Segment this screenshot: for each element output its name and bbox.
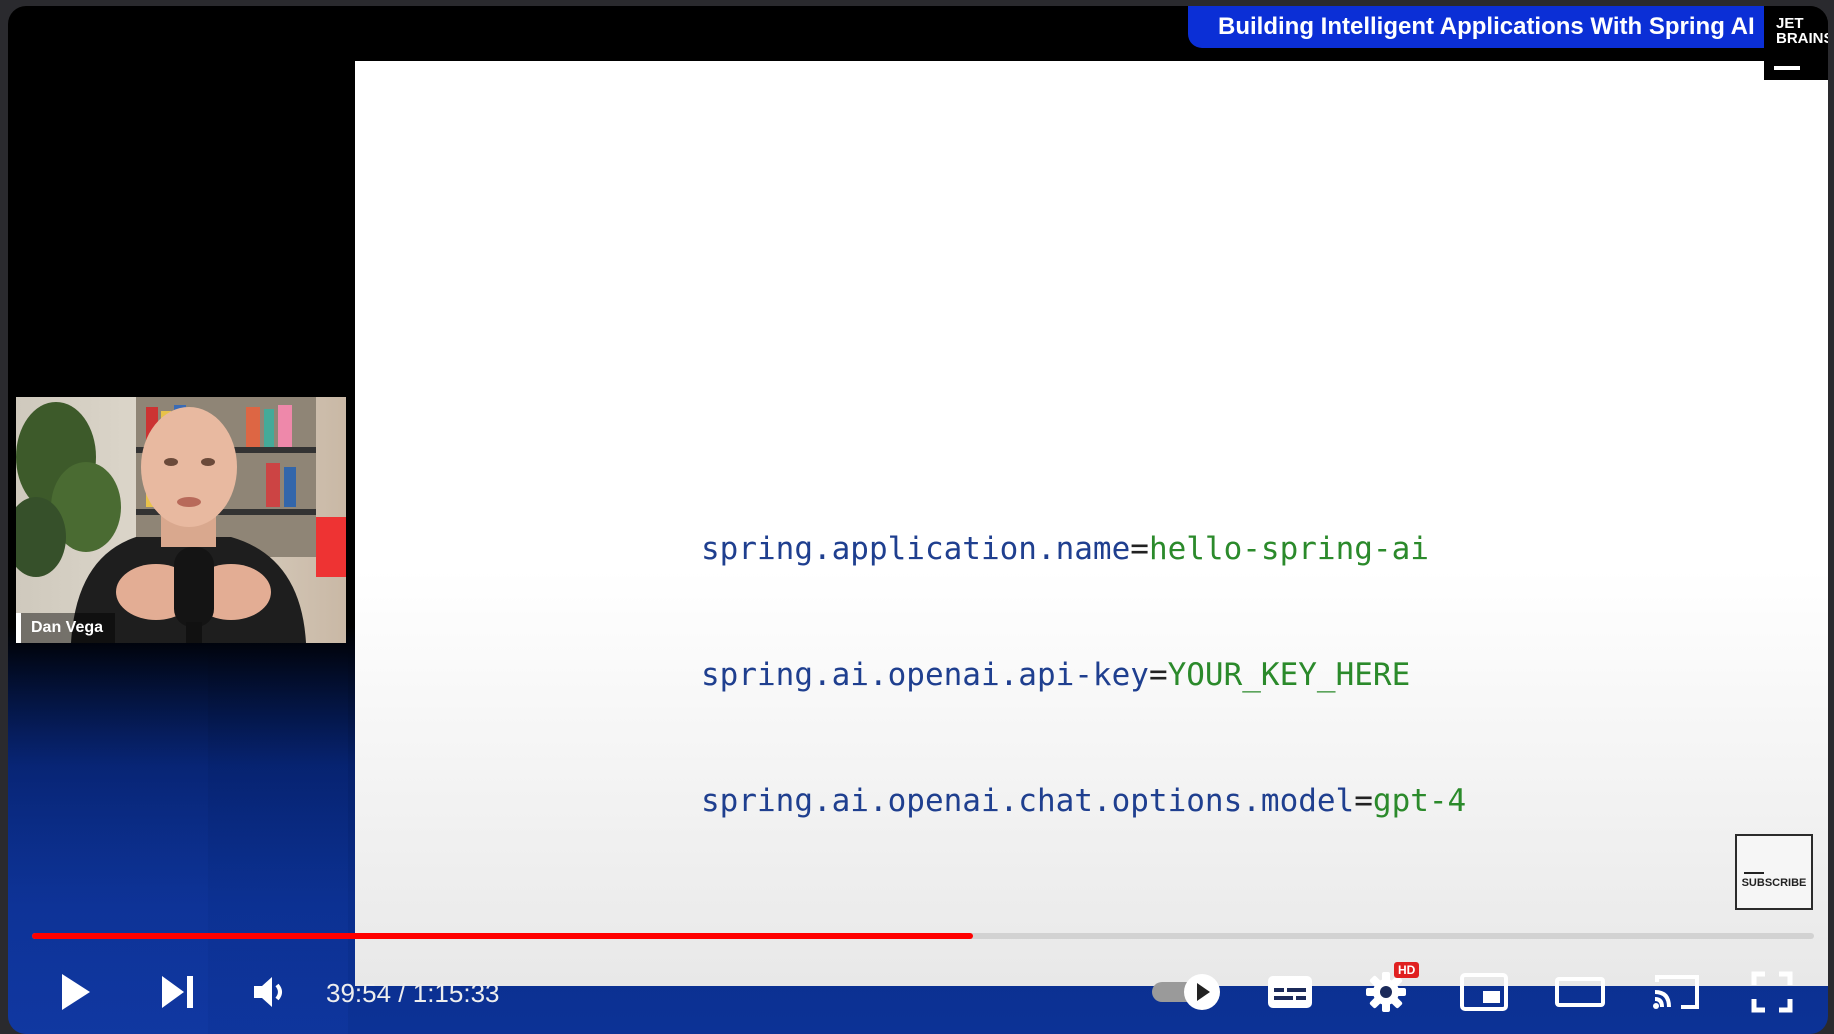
code-line: spring.ai.openai.chat.options.model=gpt-… <box>701 783 1467 819</box>
code-line: spring.ai.openai.api-key=YOUR_KEY_HERE <box>701 657 1411 693</box>
autoplay-toggle-icon <box>1152 974 1220 1010</box>
code-line: spring.application.name=hello-spring-ai <box>701 531 1429 567</box>
theater-mode-button[interactable] <box>1552 964 1608 1020</box>
next-icon <box>162 976 193 1008</box>
next-button[interactable] <box>150 964 206 1020</box>
jetbrains-logo: JET BRAINS <box>1764 6 1828 80</box>
speaker-name-label: Dan Vega <box>16 613 116 643</box>
fullscreen-icon <box>1751 971 1793 1013</box>
subscribe-watermark-button[interactable]: SUBSCRIBE <box>1735 834 1813 910</box>
play-button[interactable] <box>48 964 104 1020</box>
cast-button[interactable] <box>1648 964 1704 1020</box>
video-player[interactable]: spring.application.name=hello-spring-ai … <box>8 6 1828 1034</box>
player-controls: 39:54 / 1:15:33 HD <box>8 954 1828 1034</box>
subtitles-icon <box>1268 976 1312 1008</box>
hd-badge: HD <box>1394 962 1420 978</box>
speaker-webcam: Dan Vega <box>16 397 346 643</box>
play-icon <box>62 974 90 1010</box>
code-block: spring.application.name=hello-spring-ai … <box>701 444 1466 906</box>
time-display: 39:54 / 1:15:33 <box>326 978 500 1008</box>
progress-bar[interactable] <box>32 933 1814 939</box>
volume-icon <box>254 977 282 1007</box>
miniplayer-button[interactable] <box>1456 964 1512 1020</box>
speaker-image <box>16 397 346 643</box>
progress-played <box>32 933 973 939</box>
theater-mode-icon <box>1555 977 1605 1007</box>
title-banner: Building Intelligent Applications With S… <box>1188 6 1764 48</box>
miniplayer-icon <box>1460 973 1508 1011</box>
subtitles-button[interactable] <box>1262 964 1318 1020</box>
fullscreen-button[interactable] <box>1744 964 1800 1020</box>
volume-button[interactable] <box>242 964 298 1020</box>
cast-icon <box>1653 975 1699 1009</box>
autoplay-toggle[interactable] <box>1148 964 1224 1020</box>
presentation-slide: spring.application.name=hello-spring-ai … <box>355 61 1828 986</box>
